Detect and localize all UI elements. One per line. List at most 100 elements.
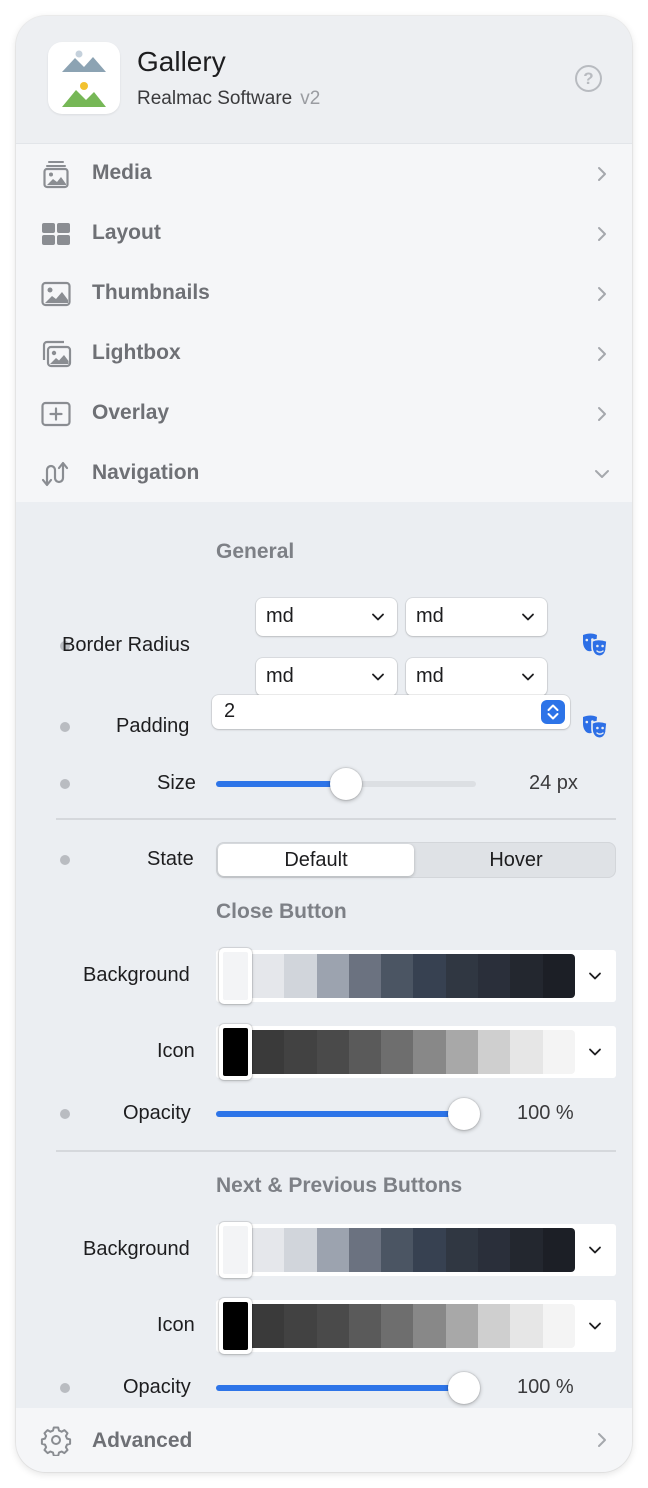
chevron-down-icon [372, 673, 384, 681]
chevron-down-icon [522, 673, 534, 681]
slider-knob[interactable] [448, 1098, 480, 1130]
color-swatch[interactable] [348, 1304, 382, 1348]
nav-opacity-value: 100 % [517, 1376, 574, 1398]
color-swatch[interactable] [284, 1304, 317, 1348]
app-title: Gallery [137, 46, 226, 77]
chevron-right-icon [598, 167, 606, 181]
nav-item-lightbox[interactable]: Lightbox [16, 324, 632, 384]
stepper-value: 2 [224, 700, 236, 722]
color-swatch[interactable] [381, 1228, 414, 1272]
padding-label: Padding [116, 715, 190, 737]
color-swatch[interactable] [510, 1228, 543, 1272]
color-swatch[interactable] [316, 1030, 349, 1074]
chevron-right-icon [598, 347, 606, 361]
color-swatch[interactable] [445, 1304, 479, 1348]
nav-opacity-slider[interactable] [216, 1369, 480, 1405]
border-radius-bottom-left-select[interactable]: md [256, 658, 397, 696]
slider-knob[interactable] [330, 768, 362, 800]
color-swatch[interactable] [252, 954, 285, 998]
select-value: md [416, 665, 444, 687]
theater-mask-icon[interactable] [580, 712, 610, 742]
stepper-arrows-icon[interactable] [541, 700, 565, 724]
color-swatch[interactable] [381, 954, 414, 998]
nav-item-advanced[interactable]: Advanced [16, 1408, 632, 1472]
nav-item-media[interactable]: Media [16, 144, 632, 204]
color-swatch[interactable] [316, 1304, 349, 1348]
nav-item-navigation[interactable]: Navigation [16, 444, 632, 504]
color-swatch[interactable] [478, 954, 511, 998]
color-swatch[interactable] [316, 1228, 349, 1272]
color-swatch[interactable] [413, 1228, 446, 1272]
selected-swatch[interactable] [219, 1298, 252, 1354]
selected-swatch[interactable] [219, 1222, 252, 1278]
color-swatch[interactable] [252, 1030, 285, 1074]
image-icon [41, 281, 71, 307]
color-swatch[interactable] [413, 1304, 446, 1348]
color-swatch[interactable] [252, 1304, 285, 1348]
color-swatch[interactable] [445, 1228, 479, 1272]
close-background-color-picker[interactable] [216, 948, 616, 1004]
nav-item-label: Navigation [92, 461, 200, 484]
advanced-label: Advanced [92, 1429, 193, 1452]
chevron-down-icon[interactable] [588, 1045, 602, 1059]
chevron-down-icon[interactable] [588, 969, 602, 983]
color-swatch[interactable] [542, 1228, 575, 1272]
size-slider[interactable] [216, 765, 478, 801]
color-swatch[interactable] [284, 954, 317, 998]
photo-stack-icon [42, 340, 72, 368]
help-icon[interactable]: ? [575, 65, 602, 92]
padding-stepper[interactable]: 2 [212, 695, 570, 729]
nav-buttons-heading: Next & Previous Buttons [216, 1174, 463, 1197]
border-radius-label: Border Radius [62, 634, 190, 656]
nav-icon-color-picker[interactable] [216, 1298, 616, 1354]
chevron-down-icon [372, 613, 384, 621]
size-value: 24 px [529, 772, 578, 794]
slider-fill [216, 781, 346, 787]
nav-item-overlay[interactable]: Overlay [16, 384, 632, 444]
nav-item-layout[interactable]: Layout [16, 204, 632, 264]
state-default-tab[interactable]: Default [218, 844, 414, 876]
color-swatch[interactable] [348, 954, 382, 998]
nav-background-color-picker[interactable] [216, 1222, 616, 1278]
border-radius-bottom-right-select[interactable]: md [406, 658, 547, 696]
color-swatch[interactable] [445, 1030, 479, 1074]
color-swatch[interactable] [381, 1030, 414, 1074]
close-icon-color-picker[interactable] [216, 1024, 616, 1080]
color-swatch[interactable] [381, 1304, 414, 1348]
color-swatch[interactable] [252, 1228, 285, 1272]
nav-item-label: Thumbnails [92, 281, 210, 304]
color-swatch[interactable] [445, 954, 479, 998]
nav-background-label: Background [83, 1238, 190, 1260]
state-hover-tab[interactable]: Hover [418, 844, 614, 876]
color-swatch[interactable] [284, 1030, 317, 1074]
selected-swatch[interactable] [219, 948, 252, 1004]
slider-knob[interactable] [448, 1372, 480, 1404]
color-swatch[interactable] [478, 1030, 511, 1074]
theater-mask-icon[interactable] [580, 630, 610, 660]
color-swatch[interactable] [413, 1030, 446, 1074]
chevron-down-icon[interactable] [588, 1243, 602, 1257]
color-swatch[interactable] [348, 1228, 382, 1272]
color-swatch[interactable] [316, 954, 349, 998]
color-swatch[interactable] [542, 1304, 575, 1348]
close-opacity-value: 100 % [517, 1102, 574, 1124]
color-swatch[interactable] [348, 1030, 382, 1074]
swap-arrows-icon [41, 461, 69, 487]
color-swatch[interactable] [510, 1304, 543, 1348]
color-swatch[interactable] [542, 954, 575, 998]
color-swatch[interactable] [284, 1228, 317, 1272]
color-swatch[interactable] [542, 1030, 575, 1074]
color-swatch[interactable] [510, 1030, 543, 1074]
border-radius-top-right-select[interactable]: md [406, 598, 547, 636]
chevron-down-icon[interactable] [588, 1319, 602, 1333]
nav-item-thumbnails[interactable]: Thumbnails [16, 264, 632, 324]
color-swatch[interactable] [413, 954, 446, 998]
close-opacity-slider[interactable] [216, 1095, 480, 1131]
border-radius-top-left-select[interactable]: md [256, 598, 397, 636]
color-swatch[interactable] [478, 1304, 511, 1348]
selected-swatch[interactable] [219, 1024, 252, 1080]
swatch-row [252, 1030, 575, 1074]
color-swatch[interactable] [478, 1228, 511, 1272]
modified-dot [60, 1109, 70, 1119]
color-swatch[interactable] [510, 954, 543, 998]
